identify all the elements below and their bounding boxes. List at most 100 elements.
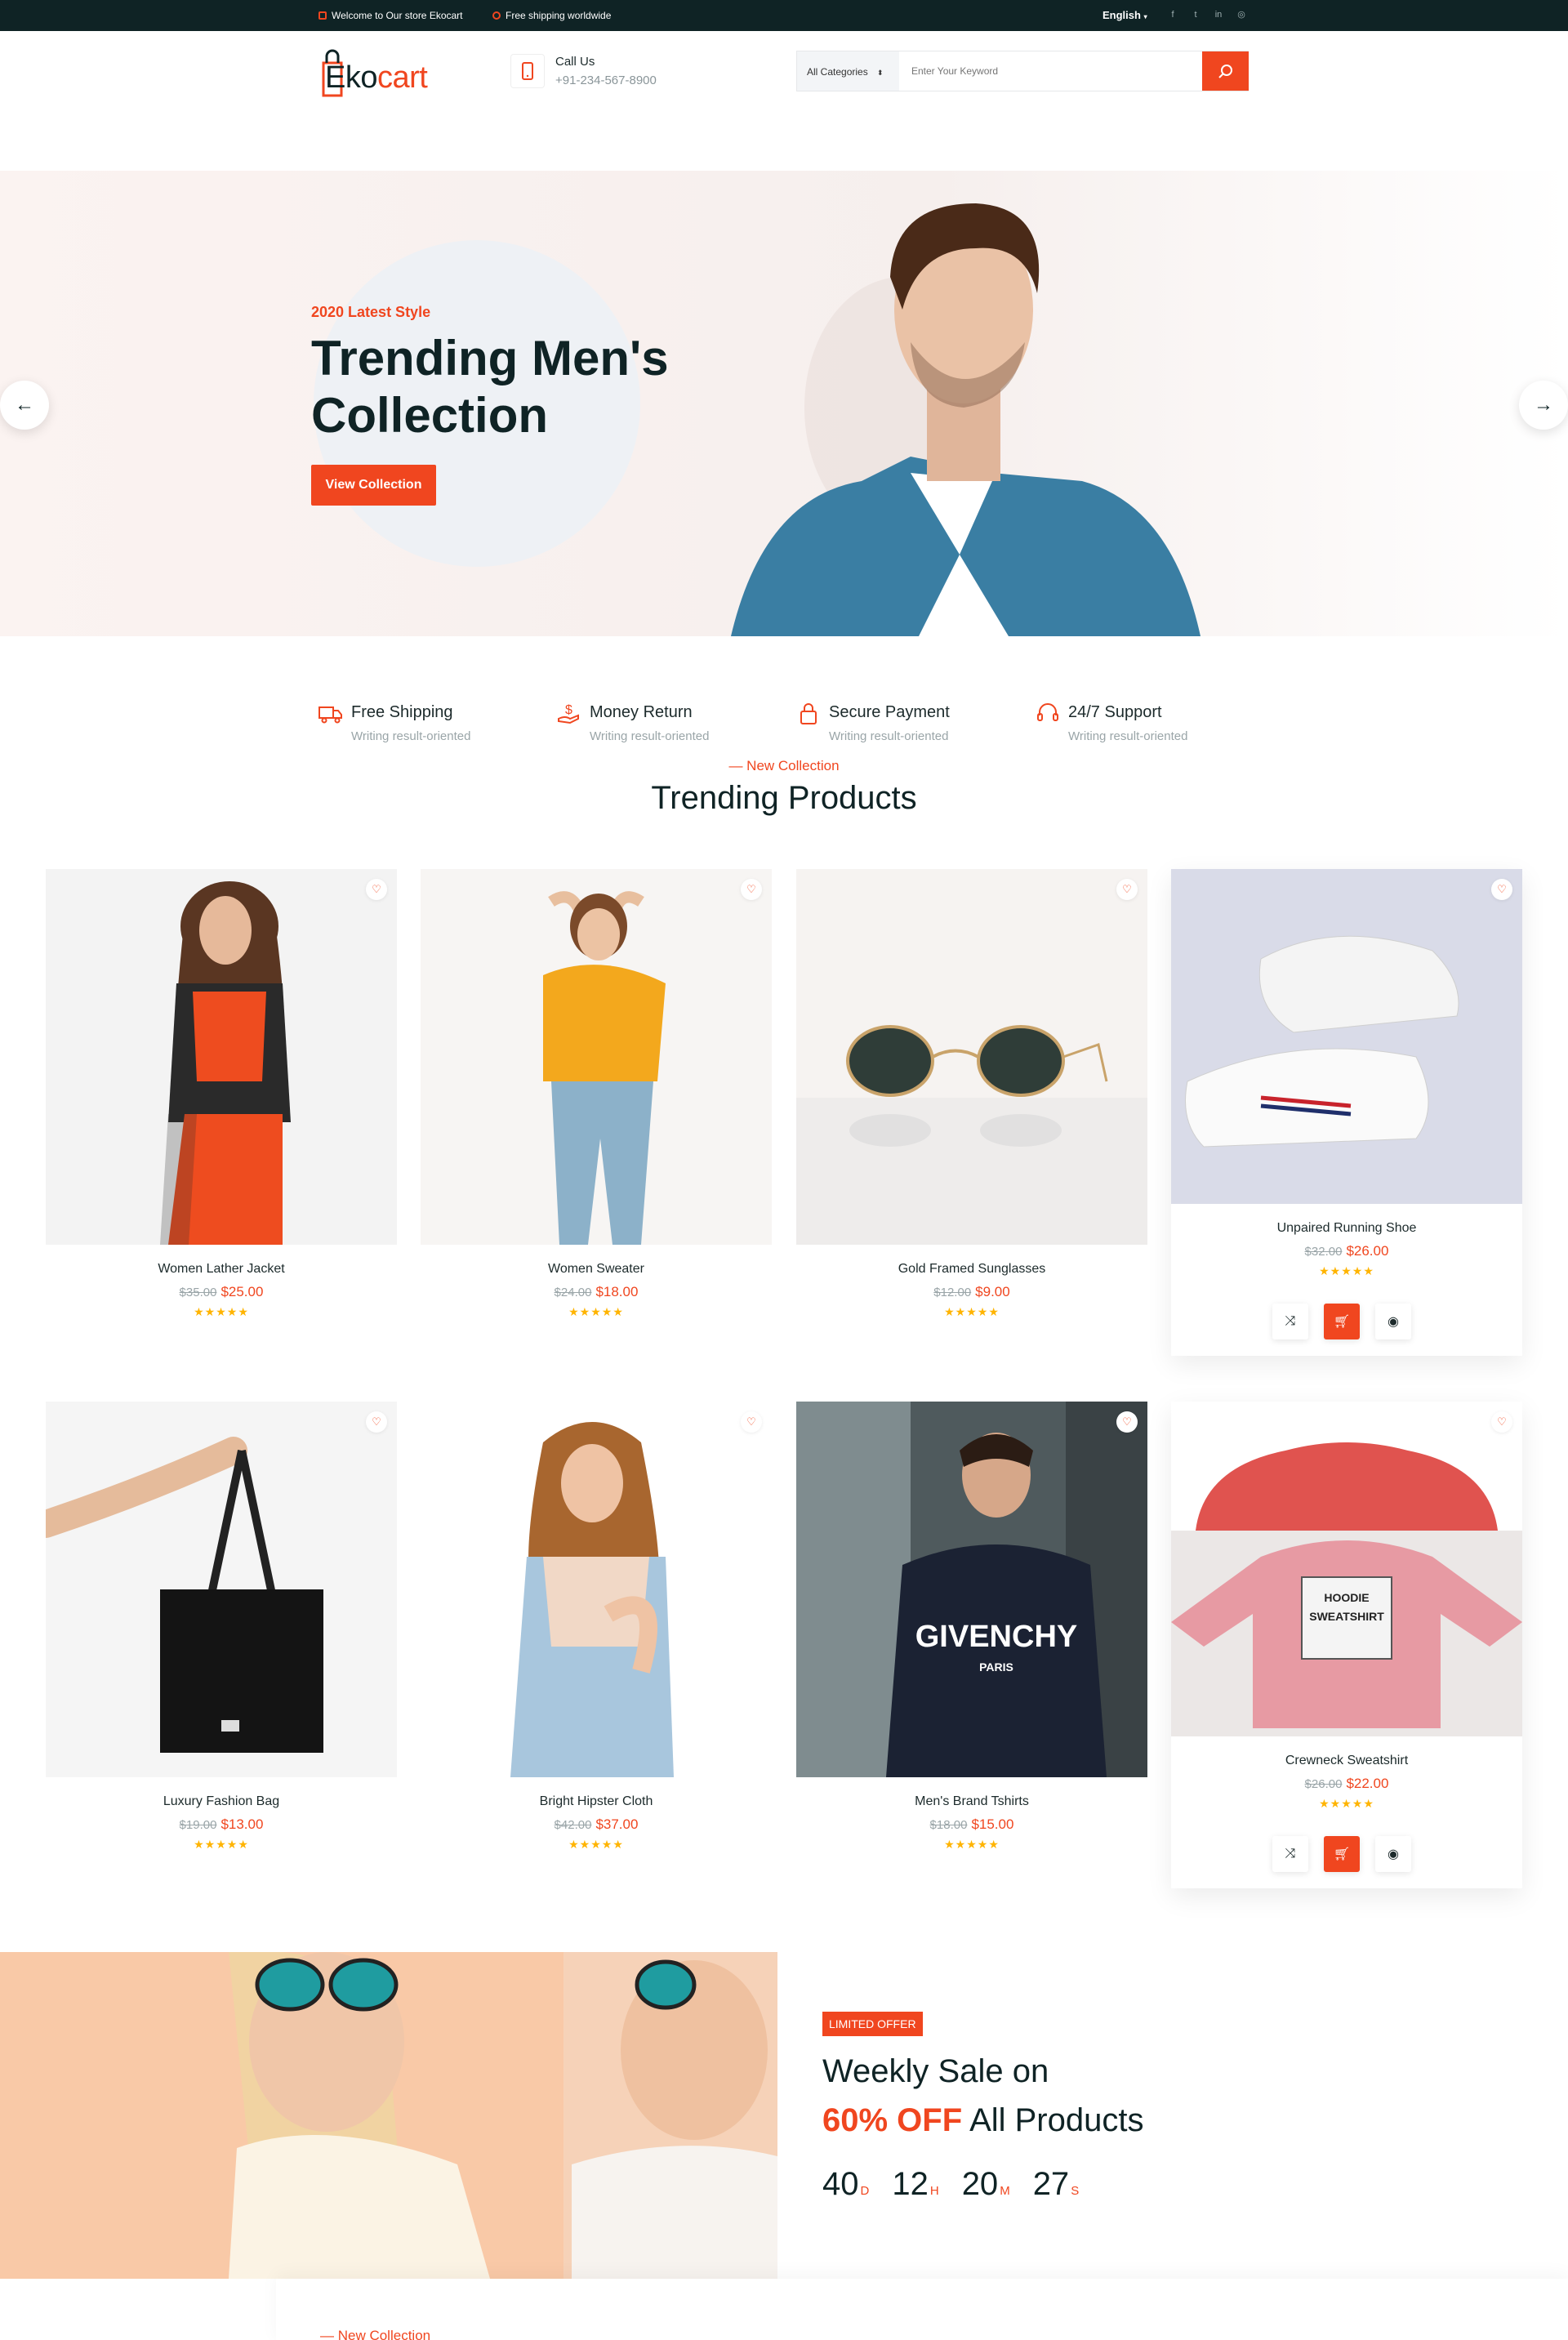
wishlist-heart-icon[interactable]: ♡ [1116, 1411, 1138, 1433]
product-name[interactable]: Luxury Fashion Bag [46, 1794, 397, 1809]
twitter-icon[interactable]: t [1189, 8, 1202, 21]
product-name[interactable]: Bright Hipster Cloth [421, 1794, 772, 1809]
countdown-seconds: 27 S [1033, 2166, 1080, 2203]
wishlist-heart-icon[interactable]: ♡ [741, 1411, 762, 1433]
product-image[interactable]: GIVENCHY PARIS [796, 1402, 1147, 1777]
rating-stars-icon: ★★★★★ [194, 1838, 249, 1851]
product-card[interactable]: ♡ Women Lather Jacket $35.00 $25.00 ★★★★★ [46, 869, 397, 1326]
feature-subtitle: Writing result-oriented [590, 729, 710, 743]
sale-price: $13.00 [220, 1816, 264, 1832]
search-input[interactable] [911, 65, 1189, 77]
product-card-hover[interactable]: ♡ Unpaired Running Shoe $32.00 $26.00 ★★★… [1171, 869, 1522, 1356]
old-price: $32.00 [1304, 1245, 1343, 1259]
product-name[interactable]: Crewneck Sweatshirt [1171, 1754, 1522, 1768]
call-label: Call Us [555, 55, 595, 69]
eye-icon: ◉ [1388, 1315, 1399, 1329]
truck-icon [318, 706, 342, 724]
section-kicker: — New Collection [728, 758, 840, 773]
product-price: $24.00 $18.00 [421, 1284, 772, 1300]
product-name[interactable]: Women Sweater [421, 1262, 772, 1277]
category-select[interactable]: All Categories ⬍ [797, 51, 899, 91]
logo[interactable]: Ekocart [325, 60, 428, 96]
product-name[interactable]: Unpaired Running Shoe [1171, 1221, 1522, 1236]
hero-slider: 2020 Latest Style Trending Men's Collect… [0, 171, 1568, 636]
svg-text:GIVENCHY: GIVENCHY [915, 1620, 1077, 1654]
product-card[interactable]: ♡ Bright Hipster Cloth $42.00 $37.00 ★★★★… [421, 1402, 772, 1859]
product-image[interactable] [46, 869, 397, 1245]
wishlist-heart-icon[interactable]: ♡ [366, 1411, 387, 1433]
section-title: Trending Products [651, 780, 917, 816]
svg-text:HOODIE: HOODIE [1324, 1591, 1369, 1604]
slider-next-button[interactable]: → [1519, 381, 1568, 430]
truck-icon [492, 11, 501, 20]
rating-stars-icon: ★★★★★ [944, 1838, 1000, 1851]
call-number[interactable]: +91-234-567-8900 [555, 74, 657, 87]
product-name[interactable]: Women Lather Jacket [46, 1262, 397, 1277]
countdown-hours: 12 H [892, 2166, 938, 2203]
old-price: $24.00 [554, 1286, 592, 1299]
limited-offer-badge: LIMITED OFFER [822, 2012, 923, 2036]
feature-free-shipping: Free Shipping Writing result-oriented [318, 701, 547, 750]
top-bar: Welcome to Our store Ekocart Free shippi… [0, 0, 1568, 31]
wishlist-heart-icon[interactable]: ♡ [1491, 879, 1512, 900]
phone-icon [510, 54, 545, 88]
product-card[interactable]: ♡ Women Sweater $24.00 $18.00 ★★★★★ [421, 869, 772, 1326]
language-select[interactable]: English ▾ [1102, 9, 1147, 21]
sale-banner-image [0, 1952, 777, 2279]
wishlist-heart-icon[interactable]: ♡ [741, 879, 762, 900]
wishlist-heart-icon[interactable]: ♡ [366, 879, 387, 900]
old-price: $12.00 [933, 1286, 972, 1299]
product-card[interactable]: ♡ Gold Framed Sunglasses $12.00 $9.00 ★★★… [796, 869, 1147, 1326]
search-bar: All Categories ⬍ [796, 51, 1249, 91]
quick-view-button[interactable]: ◉ [1375, 1836, 1411, 1872]
countdown-unit: H [929, 2184, 939, 2198]
countdown-value: 20 [961, 2166, 999, 2202]
slider-prev-button[interactable]: ← [0, 381, 49, 430]
old-price: $35.00 [179, 1286, 217, 1299]
linkedin-icon[interactable]: in [1212, 8, 1225, 21]
category-label: All Categories [807, 66, 868, 78]
product-card[interactable]: ♡ Luxury Fashion Bag $19.00 $13.00 ★★★★★ [46, 1402, 397, 1859]
product-price: $32.00 $26.00 [1171, 1243, 1522, 1259]
quick-view-button[interactable]: ◉ [1375, 1304, 1411, 1339]
next-section-panel [276, 2279, 1568, 2340]
feature-support: 24/7 Support Writing result-oriented [1036, 701, 1264, 750]
search-button[interactable] [1202, 51, 1249, 91]
chevron-down-icon: ▾ [1143, 13, 1147, 20]
search-icon [1218, 65, 1232, 78]
add-to-cart-button[interactable]: 🛒︎ [1324, 1304, 1360, 1339]
product-image[interactable]: HOODIE SWEATSHIRT [1171, 1402, 1522, 1736]
facebook-icon[interactable]: f [1166, 8, 1179, 21]
sale-price: $15.00 [971, 1816, 1014, 1832]
compare-button[interactable]: ⤨ [1272, 1304, 1308, 1339]
product-name[interactable]: Men's Brand Tshirts [796, 1794, 1147, 1809]
view-collection-button[interactable]: View Collection [311, 465, 436, 506]
product-image[interactable] [796, 869, 1147, 1245]
product-image[interactable] [46, 1402, 397, 1777]
wishlist-heart-icon[interactable]: ♡ [1116, 879, 1138, 900]
rating-stars-icon: ★★★★★ [1319, 1264, 1374, 1277]
compare-button[interactable]: ⤨ [1272, 1836, 1308, 1872]
lock-icon [800, 703, 817, 724]
product-image[interactable] [421, 1402, 772, 1777]
product-image[interactable] [421, 869, 772, 1245]
store-icon [318, 11, 327, 20]
old-price: $19.00 [179, 1818, 217, 1832]
sale-price: $9.00 [975, 1284, 1010, 1299]
rating-stars-icon: ★★★★★ [1319, 1797, 1374, 1810]
rating-stars-icon: ★★★★★ [194, 1305, 249, 1318]
headset-icon [1037, 703, 1058, 721]
hero-model-image [731, 203, 1200, 636]
next-section-kicker: — New Collection [320, 2328, 431, 2340]
add-to-cart-button[interactable]: 🛒︎ [1324, 1836, 1360, 1872]
countdown-value: 27 [1032, 2166, 1070, 2202]
sale-highlight: 60% OFF [822, 2102, 963, 2138]
product-image[interactable] [1171, 869, 1522, 1204]
instagram-icon[interactable]: ◎ [1235, 8, 1248, 21]
old-price: $42.00 [554, 1818, 592, 1832]
old-price: $26.00 [1304, 1777, 1343, 1791]
wishlist-heart-icon[interactable]: ♡ [1491, 1411, 1512, 1433]
product-card-hover[interactable]: HOODIE SWEATSHIRT ♡ Crewneck Sweatshirt … [1171, 1402, 1522, 1888]
product-name[interactable]: Gold Framed Sunglasses [796, 1262, 1147, 1277]
product-card[interactable]: GIVENCHY PARIS ♡ Men's Brand Tshirts $18… [796, 1402, 1147, 1859]
